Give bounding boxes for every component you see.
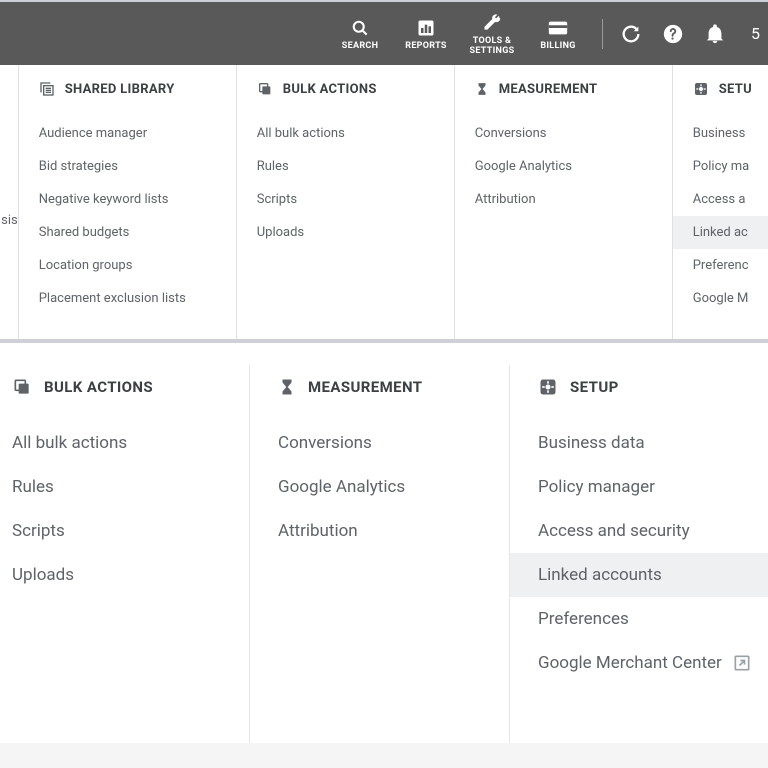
menu-item-label: Google Analytics <box>278 477 405 497</box>
menu-item[interactable]: Google Analytics <box>475 150 656 183</box>
col-title: BULK ACTIONS <box>283 82 377 97</box>
help-icon[interactable] <box>661 22 685 46</box>
nav-label: TOOLS & SETTINGS <box>470 37 515 57</box>
gear-icon <box>693 81 709 97</box>
menu-item[interactable]: Uploads <box>257 216 438 249</box>
menu-item-label: Scripts <box>12 521 65 541</box>
menu-item[interactable]: Scripts <box>257 183 438 216</box>
cutoff-item: sis <box>0 205 18 236</box>
nav-tools-settings[interactable]: TOOLS & SETTINGS <box>468 11 516 57</box>
col-measurement: MEASUREMENT Conversions Google Analytics… <box>250 365 510 743</box>
menu-item[interactable]: Negative keyword lists <box>39 183 220 216</box>
menu-item-label: Rules <box>12 477 54 497</box>
notifications-icon[interactable] <box>703 22 727 46</box>
nav-label: REPORTS <box>405 42 447 52</box>
topbar: SEARCH REPORTS TOOLS & SETTINGS BILLING <box>0 0 768 65</box>
menu-item-label: Conversions <box>278 433 372 453</box>
col-bulk-actions: BULK ACTIONS All bulk actions Rules Scri… <box>236 65 454 339</box>
menu-item[interactable]: Rules <box>8 465 225 509</box>
menu-item[interactable]: Preferences <box>534 597 756 641</box>
hourglass-icon <box>475 81 489 97</box>
gear-icon <box>538 377 558 397</box>
menu-item[interactable]: Access a <box>693 183 752 216</box>
menu-item[interactable]: Shared budgets <box>39 216 220 249</box>
credit-card-icon <box>547 16 569 40</box>
menu-item[interactable]: Policy manager <box>534 465 756 509</box>
nav-billing[interactable]: BILLING <box>534 16 582 52</box>
copy-icon <box>257 81 273 97</box>
nav-search[interactable]: SEARCH <box>336 16 384 52</box>
nav-reports[interactable]: REPORTS <box>402 16 450 52</box>
refresh-icon[interactable] <box>619 22 643 46</box>
tools-menu-large: BULK ACTIONS All bulk actions Rules Scri… <box>0 343 768 743</box>
menu-item[interactable]: Conversions <box>274 421 485 465</box>
menu-item-label: Access and security <box>538 521 690 541</box>
menu-item-label: Google Merchant Center <box>538 653 722 673</box>
menu-item-label: All bulk actions <box>12 433 127 453</box>
topbar-divider <box>602 19 603 49</box>
col-header: SETU <box>693 81 752 97</box>
menu-item-merchant-center[interactable]: Google Merchant Center <box>534 641 756 685</box>
menu-item-linked-accounts[interactable]: Linked accounts <box>510 553 768 597</box>
menu-item-label: Business data <box>538 433 645 453</box>
col-setup: SETU Business Policy ma Access a Linked … <box>672 65 768 339</box>
col-header: BULK ACTIONS <box>257 81 438 97</box>
menu-item[interactable]: Rules <box>257 150 438 183</box>
notification-count: 5 <box>751 24 760 43</box>
menu-item-label: Policy manager <box>538 477 655 497</box>
col-measurement: MEASUREMENT Conversions Google Analytics… <box>454 65 672 339</box>
menu-item-linked-accounts[interactable]: Linked ac <box>673 216 768 249</box>
menu-item[interactable]: Audience manager <box>39 117 220 150</box>
col-header: MEASUREMENT <box>274 377 485 397</box>
menu-item-label: Linked accounts <box>538 565 662 585</box>
menu-item[interactable]: Bid strategies <box>39 150 220 183</box>
menu-item[interactable]: Conversions <box>475 117 656 150</box>
menu-item[interactable]: Attribution <box>475 183 656 216</box>
external-link-icon <box>732 653 752 673</box>
menu-item[interactable]: Access and security <box>534 509 756 553</box>
search-icon <box>350 16 370 40</box>
menu-item[interactable]: Location groups <box>39 249 220 282</box>
col-title: MEASUREMENT <box>308 378 422 396</box>
library-icon <box>39 81 55 97</box>
col-title: SHARED LIBRARY <box>65 82 175 97</box>
wrench-icon <box>482 11 502 35</box>
col-header: MEASUREMENT <box>475 81 656 97</box>
hourglass-icon <box>278 377 296 397</box>
menu-item-label: Uploads <box>12 565 74 585</box>
col-shared-library: SHARED LIBRARY Audience manager Bid stra… <box>18 65 236 339</box>
col-title: SETUP <box>570 378 619 396</box>
menu-item[interactable]: All bulk actions <box>8 421 225 465</box>
col-title: MEASUREMENT <box>499 82 598 97</box>
col-header: SETUP <box>534 377 756 397</box>
menu-item[interactable]: Google M <box>693 282 752 315</box>
reports-icon <box>416 16 436 40</box>
col-header: SHARED LIBRARY <box>39 81 220 97</box>
menu-item[interactable]: Policy ma <box>693 150 752 183</box>
nav-label: BILLING <box>540 42 575 52</box>
col-title: BULK ACTIONS <box>44 378 153 396</box>
col-bulk-actions: BULK ACTIONS All bulk actions Rules Scri… <box>0 365 250 743</box>
nav-label: SEARCH <box>342 42 378 52</box>
menu-item-label: Attribution <box>278 521 358 541</box>
topbar-actions: 5 <box>611 22 760 46</box>
menu-item[interactable]: Preferenc <box>693 249 752 282</box>
menu-item[interactable]: Scripts <box>8 509 225 553</box>
menu-item[interactable]: Uploads <box>8 553 225 597</box>
cutoff-left-column: sis <box>0 65 18 339</box>
menu-item[interactable]: Placement exclusion lists <box>39 282 220 315</box>
menu-item[interactable]: Business <box>693 117 752 150</box>
col-title: SETU <box>719 82 752 97</box>
copy-icon <box>12 377 32 397</box>
menu-item[interactable]: All bulk actions <box>257 117 438 150</box>
menu-item[interactable]: Business data <box>534 421 756 465</box>
col-header: BULK ACTIONS <box>8 377 225 397</box>
menu-item[interactable]: Google Analytics <box>274 465 485 509</box>
topbar-nav-group: SEARCH REPORTS TOOLS & SETTINGS BILLING <box>336 11 594 57</box>
col-setup: SETUP Business data Policy manager Acces… <box>510 365 768 743</box>
menu-item-label: Preferences <box>538 609 629 629</box>
tools-menu-small: sis SHARED LIBRARY Audience manager Bid … <box>0 65 768 343</box>
menu-item[interactable]: Attribution <box>274 509 485 553</box>
